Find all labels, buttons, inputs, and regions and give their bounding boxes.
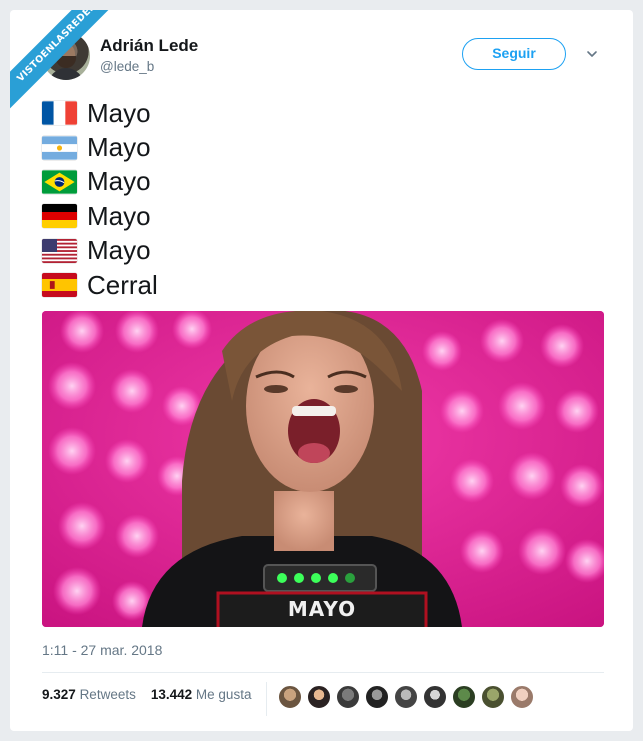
gif-frame	[42, 311, 604, 627]
tweet-stats: 9.327 Retweets 13.442 Me gusta	[42, 687, 251, 702]
author-handle[interactable]: @lede_b	[100, 59, 154, 74]
tweet-line-text: Cerral	[87, 269, 158, 300]
france-flag-icon	[42, 101, 77, 125]
tweet-line: Cerral	[42, 268, 158, 302]
germany-flag-icon	[42, 204, 77, 229]
argentina-flag-icon	[42, 135, 77, 160]
liker-avatar[interactable]	[307, 685, 331, 709]
tweet-line-text: Mayo	[87, 235, 151, 266]
retweets-label: Retweets	[79, 687, 136, 702]
tweet-text: Mayo Mayo Mayo Mayo Mayo Cerral	[42, 96, 158, 302]
chevron-down-icon[interactable]	[586, 48, 598, 60]
liker-avatar[interactable]	[481, 685, 505, 709]
spain-flag-icon	[42, 273, 77, 298]
divider	[266, 682, 267, 716]
tweet-line-text: Mayo	[87, 97, 151, 128]
tweet-line-text: Mayo	[87, 200, 151, 231]
likes-label: Me gusta	[195, 687, 252, 702]
tweet-line: Mayo	[42, 96, 158, 130]
media-caption: MAYO	[287, 597, 357, 621]
tweet-line: Mayo	[42, 234, 158, 268]
retweets-stat[interactable]: 9.327 Retweets	[42, 687, 136, 702]
brazil-flag-icon	[42, 170, 77, 194]
author-name[interactable]: Adrián Lede	[100, 36, 198, 56]
likes-count: 13.442	[150, 687, 193, 702]
tweet-line: Mayo	[42, 165, 158, 199]
tweet-line-text: Mayo	[87, 132, 151, 163]
liker-avatar[interactable]	[452, 685, 476, 709]
liker-avatar[interactable]	[336, 685, 360, 709]
likers-avatars	[278, 685, 539, 709]
liker-avatar[interactable]	[365, 685, 389, 709]
liker-avatar[interactable]	[278, 685, 302, 709]
tweet-card: VISTOENLASREDES Adrián Lede @lede_b Segu…	[10, 10, 633, 731]
liker-avatar[interactable]	[423, 685, 447, 709]
tweet-timestamp[interactable]: 1:11 - 27 mar. 2018	[42, 642, 162, 658]
tweet-line: Mayo	[42, 199, 158, 233]
divider	[42, 672, 604, 673]
tweet-line-text: Mayo	[87, 166, 151, 197]
tweet-line: Mayo	[42, 130, 158, 164]
follow-button[interactable]: Seguir	[462, 38, 566, 70]
liker-avatar[interactable]	[394, 685, 418, 709]
liker-avatar[interactable]	[510, 685, 534, 709]
usa-flag-icon	[42, 238, 77, 263]
media-image[interactable]: MAYO	[42, 311, 604, 627]
likes-stat[interactable]: 13.442 Me gusta	[151, 687, 252, 702]
retweets-count: 9.327	[42, 687, 76, 702]
